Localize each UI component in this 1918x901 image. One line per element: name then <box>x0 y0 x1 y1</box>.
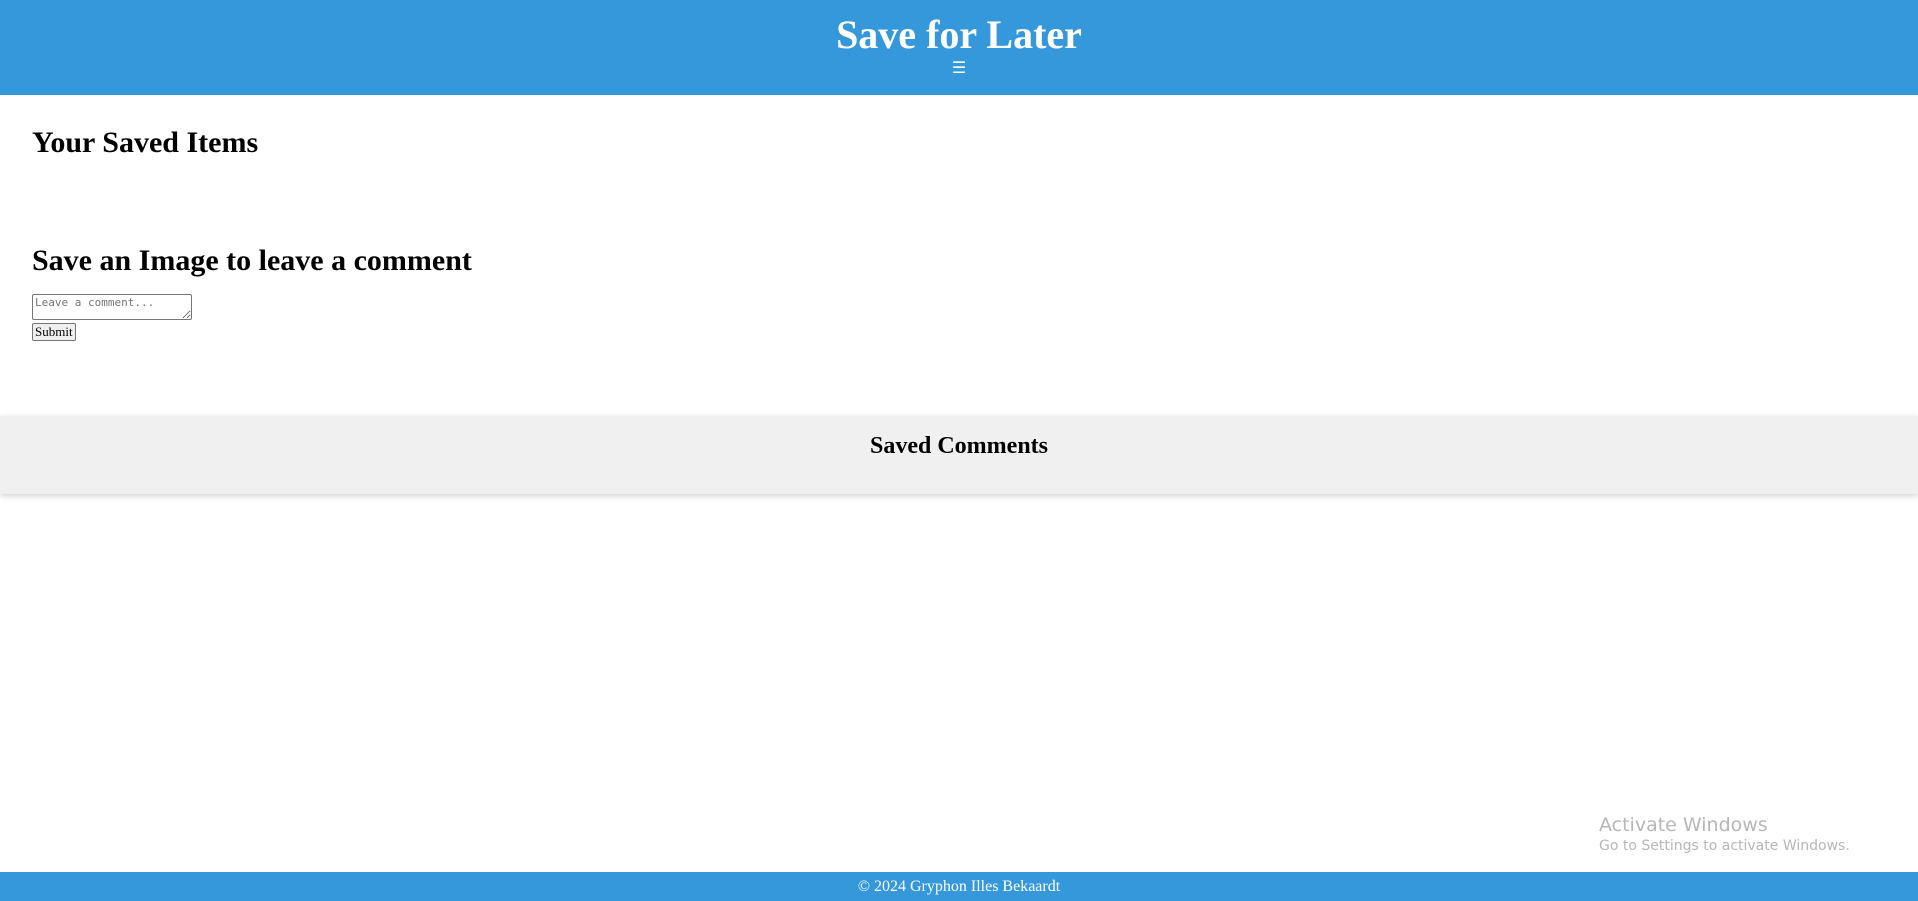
saved-comments-panel: Saved Comments <box>0 416 1918 494</box>
site-title: Save for Later <box>836 12 1082 57</box>
saved-comments-heading: Saved Comments <box>870 433 1048 459</box>
saved-items-heading: Your Saved Items <box>32 126 259 159</box>
copyright-text: © 2024 Gryphon Illes Bekaardt <box>857 878 1061 895</box>
watermark-title: Activate Windows <box>1599 814 1768 836</box>
site-header: Save for Later ☰ <box>0 0 1918 95</box>
hamburger-menu-icon[interactable]: ☰ <box>952 59 966 77</box>
comment-heading: Save an Image to leave a comment <box>32 244 472 277</box>
main-content: Your Saved Items Save an Image to leave … <box>32 95 1882 341</box>
watermark-subtitle: Go to Settings to activate Windows. <box>1599 838 1850 854</box>
page: Save for Later ☰ Your Saved Items Save a… <box>0 0 1918 901</box>
comment-textarea[interactable] <box>32 294 192 320</box>
site-footer: © 2024 Gryphon Illes Bekaardt <box>0 872 1918 901</box>
activate-windows-watermark: Activate Windows Go to Settings to activ… <box>1599 813 1850 855</box>
submit-button[interactable]: Submit <box>32 323 76 341</box>
